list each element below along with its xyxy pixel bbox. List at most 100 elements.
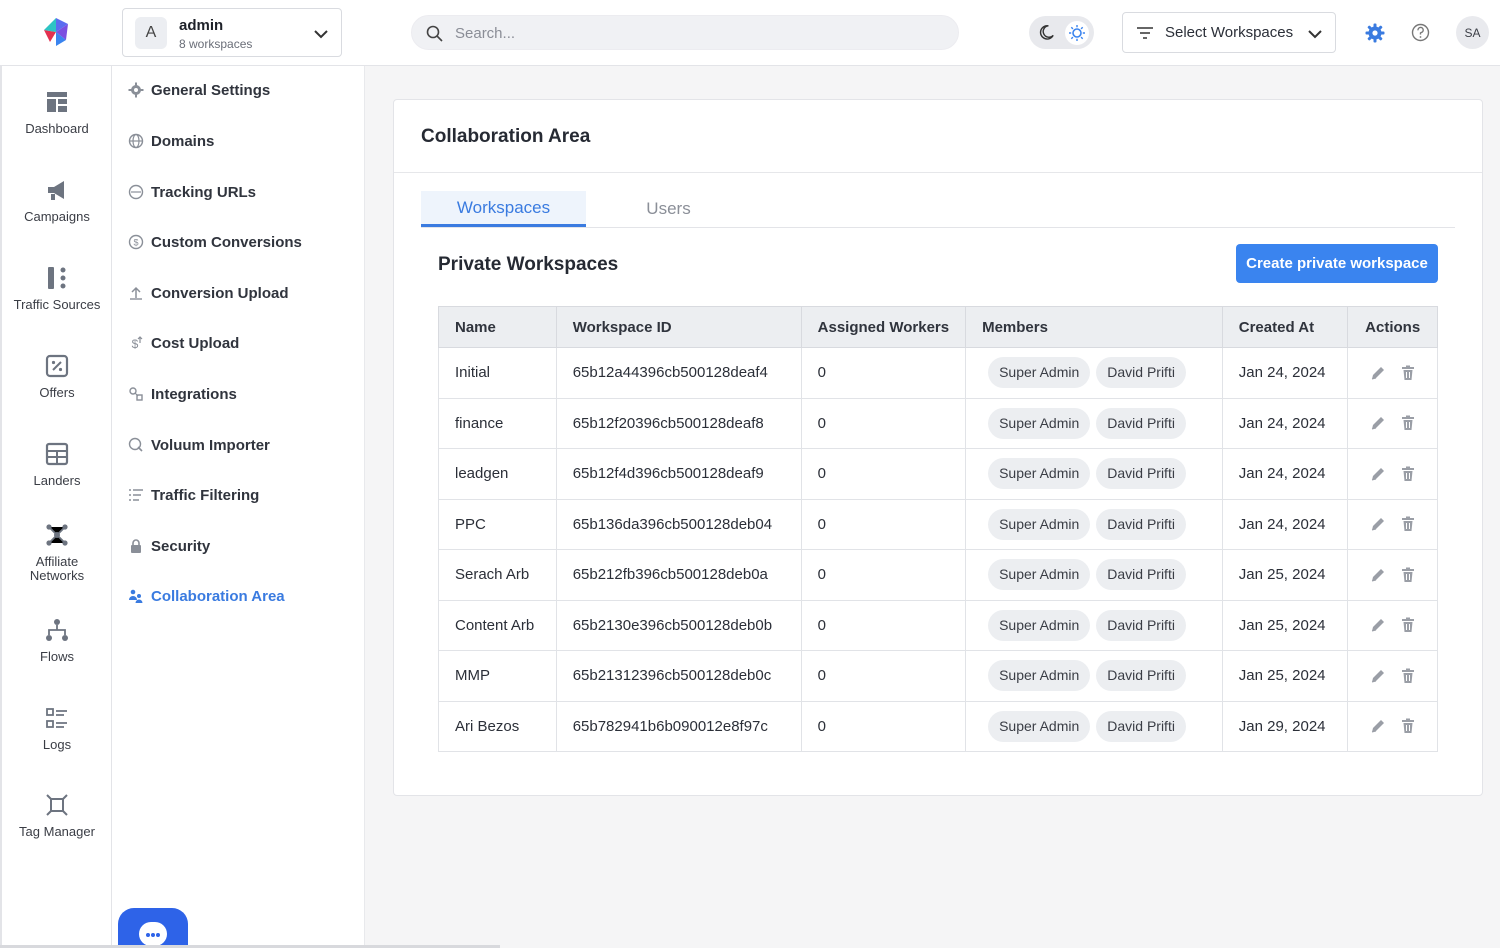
settings-item-security[interactable]: Security [128, 534, 210, 558]
table-row[interactable]: MMP 65b21312396cb500128deb0c 0 Super Admin D… [438, 650, 1438, 702]
member-chip: David Prifti [1096, 660, 1186, 692]
search-box[interactable] [411, 15, 959, 50]
trash-icon[interactable] [1399, 616, 1417, 634]
settings-item-label: Collaboration Area [151, 587, 285, 605]
sun-icon[interactable] [1065, 21, 1089, 45]
settings-item-voluum-importer[interactable]: Voluum Importer [128, 433, 270, 457]
table-row[interactable]: leadgen 65b12f4d396cb500128deaf9 0 Super Ad… [438, 448, 1438, 500]
cell-name: leadgen [438, 448, 557, 500]
cell-name: Ari Bezos [438, 700, 557, 752]
cell-assigned-workers: 0 [800, 397, 967, 449]
user-avatar[interactable]: SA [1456, 16, 1489, 49]
column-header-workspace-id[interactable]: Workspace ID [555, 306, 802, 348]
nav-item-affiliate-networks[interactable]: Affiliate Networks [2, 521, 112, 583]
edit-icon[interactable] [1369, 667, 1387, 685]
help-icon[interactable] [1410, 22, 1431, 43]
search-icon [426, 25, 443, 42]
settings-item-custom-conversions[interactable]: $ Custom Conversions [128, 230, 302, 254]
chevron-down-icon [314, 30, 328, 39]
cell-assigned-workers: 0 [800, 448, 967, 500]
settings-item-label: Voluum Importer [151, 436, 270, 454]
member-chip: David Prifti [1096, 508, 1186, 540]
settings-item-integrations[interactable]: Integrations [128, 382, 237, 406]
member-chip: David Prifti [1096, 559, 1186, 591]
cell-assigned-workers: 0 [800, 498, 967, 550]
workspace-select[interactable]: Select Workspaces [1122, 12, 1336, 53]
column-header-assigned-workers[interactable]: Assigned Workers [800, 306, 967, 348]
tab-users[interactable]: Users [586, 191, 751, 227]
moon-icon[interactable] [1037, 23, 1056, 42]
table-row[interactable]: Initial 65b12a44396cb500128deaf4 0 Super Ad… [438, 347, 1438, 399]
nav-item-offers[interactable]: Offers [2, 352, 112, 400]
www-icon [128, 184, 144, 200]
trash-icon[interactable] [1399, 717, 1417, 735]
collaboration-card: Collaboration Area Workspaces Users Priv… [393, 99, 1483, 796]
nav-item-campaigns[interactable]: Campaigns [2, 176, 112, 224]
table-row[interactable]: Ari Bezos 65b782941b6b090012e8f97c 0 Super … [438, 700, 1438, 752]
column-header-name[interactable]: Name [438, 306, 557, 348]
column-header-members[interactable]: Members [965, 306, 1223, 348]
chat-button[interactable] [118, 908, 188, 948]
edit-icon[interactable] [1369, 616, 1387, 634]
globe-icon [128, 133, 144, 149]
tab-bar: Workspaces Users [421, 191, 1455, 228]
cell-actions [1347, 599, 1438, 651]
cell-created-at: Jan 24, 2024 [1221, 498, 1349, 550]
edit-icon[interactable] [1369, 566, 1387, 584]
cell-actions [1347, 347, 1438, 399]
trash-icon[interactable] [1399, 566, 1417, 584]
settings-item-general[interactable]: General Settings [128, 78, 270, 102]
member-chip: Super Admin [988, 609, 1091, 641]
cell-workspace-id: 65b12a44396cb500128deaf4 [555, 347, 802, 399]
trash-icon[interactable] [1399, 364, 1417, 382]
tab-workspaces[interactable]: Workspaces [421, 191, 586, 227]
cell-members: Super Admin David Prifti [965, 549, 1223, 601]
settings-item-label: Domains [151, 132, 215, 150]
settings-item-domains[interactable]: Domains [128, 129, 214, 153]
cell-workspace-id: 65b212fb396cb500128deb0a [555, 549, 802, 601]
nav-item-dashboard[interactable]: Dashboard [2, 88, 112, 136]
edit-icon[interactable] [1369, 364, 1387, 382]
edit-icon[interactable] [1369, 515, 1387, 533]
table-row[interactable]: Content Arb 65b2130e396cb500128deb0b 0 Supe… [438, 599, 1438, 651]
table-row[interactable]: Serach Arb 65b212fb396cb500128deb0a 0 Super… [438, 549, 1438, 601]
create-private-workspace-button[interactable]: Create private workspace [1236, 244, 1438, 283]
cell-assigned-workers: 0 [800, 599, 967, 651]
trash-icon[interactable] [1399, 465, 1417, 483]
edit-icon[interactable] [1369, 414, 1387, 432]
trash-icon[interactable] [1399, 414, 1417, 432]
cell-created-at: Jan 24, 2024 [1221, 397, 1349, 449]
nav-item-logs[interactable]: Logs [2, 704, 112, 752]
edit-icon[interactable] [1369, 717, 1387, 735]
trash-icon[interactable] [1399, 667, 1417, 685]
nav-item-tag-manager[interactable]: Tag Manager [2, 791, 112, 839]
member-chip: Super Admin [988, 710, 1091, 742]
trash-icon[interactable] [1399, 515, 1417, 533]
nav-item-traffic-sources[interactable]: Traffic Sources [2, 264, 112, 312]
cell-assigned-workers: 0 [800, 549, 967, 601]
theme-toggle[interactable] [1029, 16, 1094, 49]
settings-item-cost-upload[interactable]: $ Cost Upload [128, 331, 240, 355]
edit-icon[interactable] [1369, 465, 1387, 483]
column-header-created-at[interactable]: Created At [1221, 306, 1349, 348]
settings-gear-icon[interactable] [1364, 22, 1386, 44]
settings-item-label: Security [151, 537, 211, 555]
nav-item-landers[interactable]: Landers [2, 440, 112, 488]
settings-item-tracking-urls[interactable]: Tracking URLs [128, 180, 256, 204]
search-input[interactable] [455, 23, 935, 43]
table-row[interactable]: PPC 65b136da396cb500128deb04 0 Super Admin D… [438, 498, 1438, 550]
cell-workspace-id: 65b12f20396cb500128deaf8 [555, 397, 802, 449]
member-chip: Super Admin [988, 357, 1091, 389]
cell-workspace-id: 65b782941b6b090012e8f97c [555, 700, 802, 752]
settings-item-collaboration-area[interactable]: Collaboration Area [128, 584, 285, 608]
app-logo-icon[interactable] [40, 16, 72, 48]
settings-item-traffic-filtering[interactable]: Traffic Filtering [128, 483, 259, 507]
nav-item-flows[interactable]: Flows [2, 616, 112, 664]
table-row[interactable]: finance 65b12f20396cb500128deaf8 0 Super Ad… [438, 397, 1438, 449]
cell-actions [1347, 549, 1438, 601]
account-switcher[interactable]: A admin 8 workspaces [122, 8, 342, 57]
card-header: Collaboration Area [394, 100, 1482, 173]
settings-item-conversion-upload[interactable]: Conversion Upload [128, 281, 289, 305]
page-title: Collaboration Area [421, 126, 591, 147]
dollar-circle-icon: $ [128, 234, 144, 250]
